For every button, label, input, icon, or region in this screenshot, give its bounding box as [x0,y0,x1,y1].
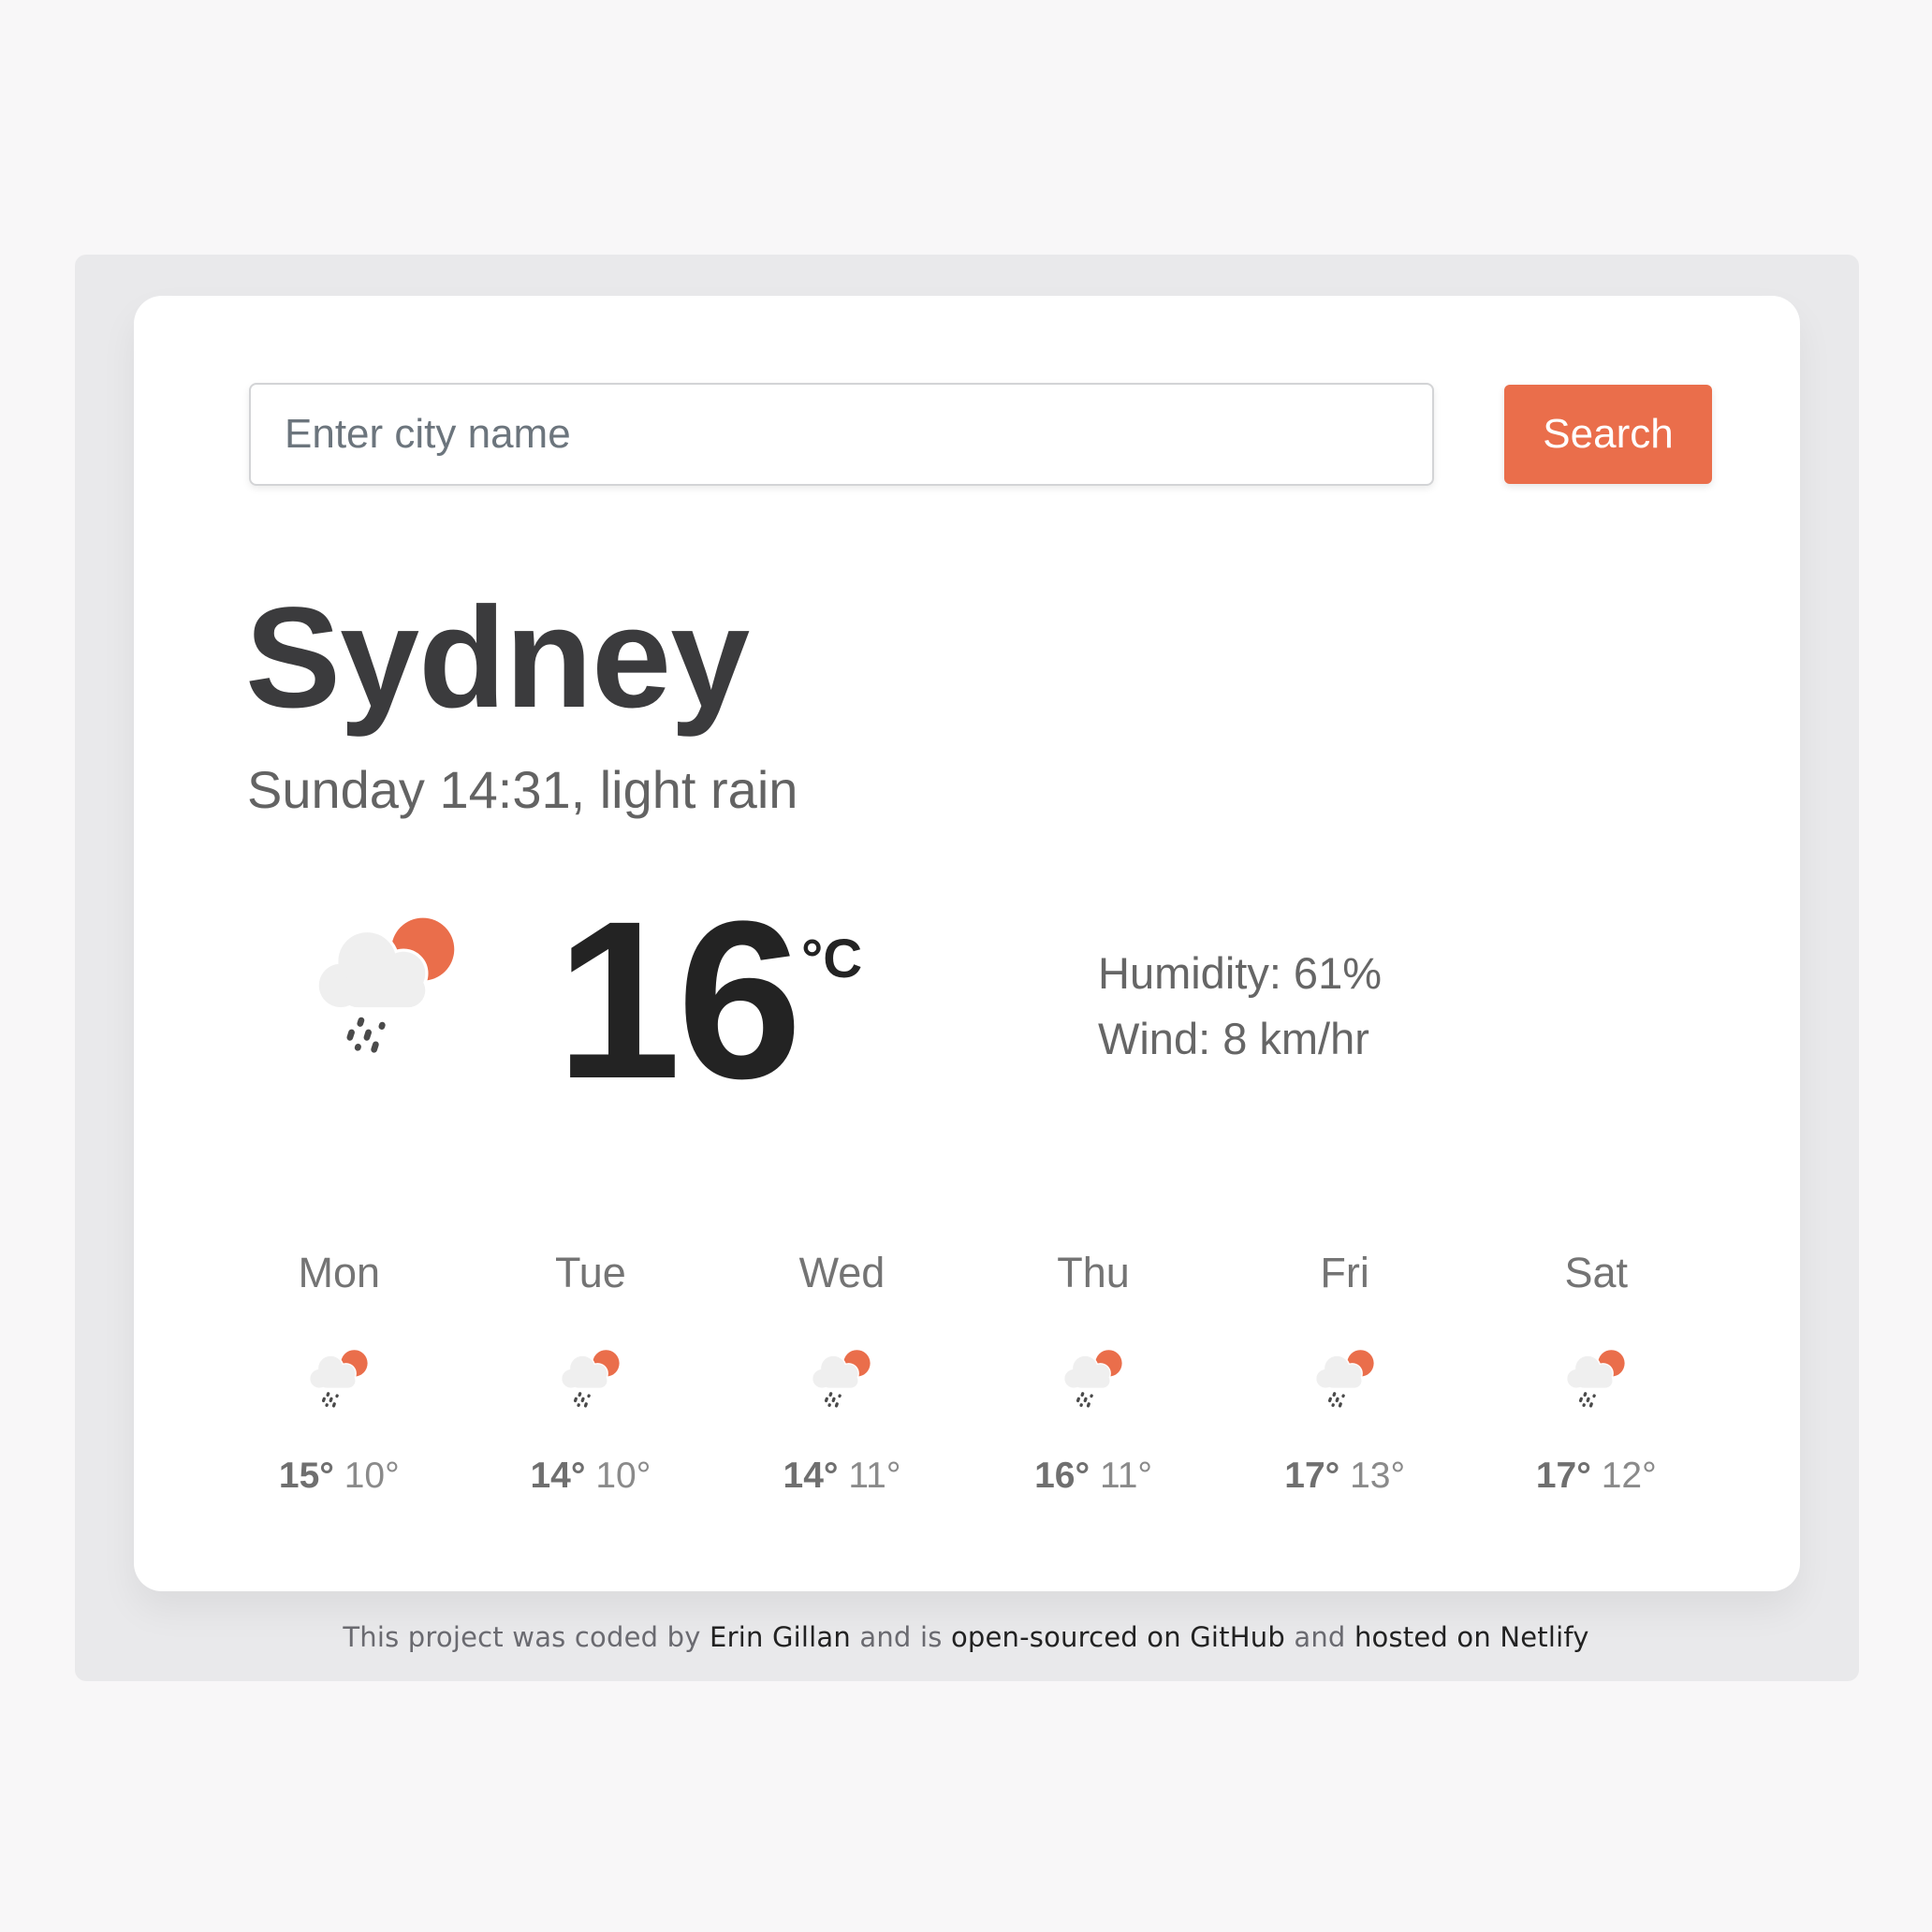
forecast-temperatures: 15° 10° [279,1453,400,1500]
partly-cloudy-rain-icon [1064,1350,1122,1408]
forecast-day-name: Sat [1564,1249,1629,1296]
search-button[interactable]: Search [1504,385,1712,484]
partly-cloudy-rain-icon [318,917,455,1053]
partly-cloudy-rain-icon [812,1350,871,1408]
forecast-max-temp: 14° [783,1456,839,1496]
partly-cloudy-rain-icon [1316,1350,1374,1408]
forecast-day-name: Thu [1057,1249,1130,1296]
temperature-unit-celsius[interactable]: °C [801,932,862,987]
humidity: Humidity: 61% [1098,948,1382,998]
forecast-day: Thu 16° 11° [968,1245,1220,1500]
forecast-day: Wed 14° 11° [716,1245,968,1500]
partly-cloudy-rain-icon [310,1350,368,1408]
forecast-temperatures: 16° 11° [1034,1453,1152,1500]
city-search-input[interactable] [249,383,1434,486]
github-link[interactable]: open-sourced on GitHub [951,1621,1285,1653]
forecast-max-temp: 16° [1034,1456,1090,1496]
forecast-day-name: Tue [554,1249,626,1296]
forecast-min-temp: 13° [1350,1456,1406,1496]
netlify-link[interactable]: hosted on Netlify [1354,1621,1589,1653]
forecast-max-temp: 14° [530,1456,586,1496]
forecast-temperatures: 14° 11° [783,1453,901,1500]
partly-cloudy-rain-icon [1567,1350,1625,1408]
forecast: Mon 15° 10° Tue 14° 10° Wed 14° 11° Thu … [213,1245,1722,1500]
forecast-day: Tue 14° 10° [465,1245,717,1500]
forecast-day: Fri 17° 13° [1219,1245,1471,1500]
forecast-min-temp: 11° [848,1456,901,1496]
forecast-temperatures: 14° 10° [530,1453,651,1500]
footer-text: and is [850,1621,951,1653]
wind: Wind: 8 km/hr [1098,1014,1369,1063]
forecast-day-name: Fri [1320,1249,1369,1296]
date-description: Sunday 14:31, light rain [247,760,798,819]
footer: This project was coded by Erin Gillan an… [0,1621,1932,1653]
weather-details: Humidity: 61% Wind: 8 km/hr [1098,941,1382,1072]
partly-cloudy-rain-icon [562,1350,620,1408]
current-temperature: 16 [556,874,802,1125]
forecast-day: Mon 15° 10° [213,1245,465,1500]
city-name: Sydney [245,578,750,738]
forecast-day-name: Mon [298,1249,381,1296]
forecast-day-name: Wed [798,1249,886,1296]
footer-text: and [1284,1621,1354,1653]
forecast-min-temp: 10° [595,1456,651,1496]
forecast-max-temp: 17° [1284,1456,1340,1496]
footer-text: This project was coded by [343,1621,710,1653]
author-link[interactable]: Erin Gillan [710,1621,851,1653]
forecast-day: Sat 17° 12° [1471,1245,1722,1500]
forecast-temperatures: 17° 13° [1284,1453,1405,1500]
forecast-min-temp: 11° [1099,1456,1153,1496]
forecast-min-temp: 12° [1601,1456,1657,1496]
forecast-temperatures: 17° 12° [1536,1453,1657,1500]
forecast-max-temp: 17° [1535,1456,1591,1496]
forecast-max-temp: 15° [278,1456,334,1496]
forecast-min-temp: 10° [344,1456,400,1496]
